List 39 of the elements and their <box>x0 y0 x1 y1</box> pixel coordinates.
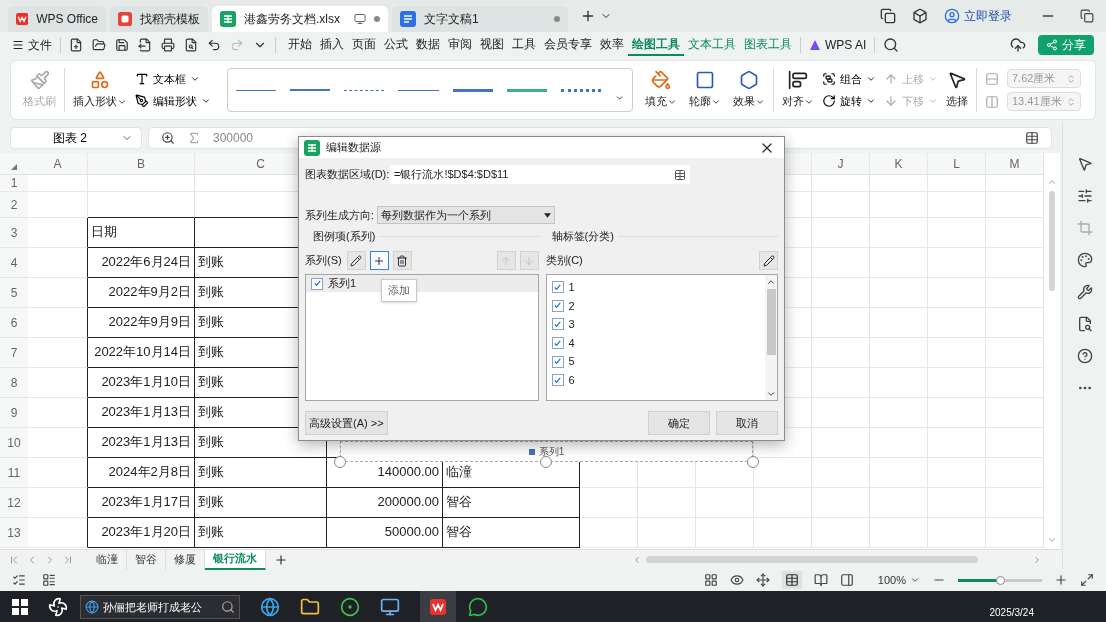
table-cell: 2022年10月14日 <box>88 338 195 368</box>
table-cell: 2023年1月13日 <box>88 428 195 458</box>
table-cell: 2024年2月8日 <box>88 458 195 488</box>
field-label: 系列生成方向: <box>305 207 376 223</box>
category-label: 4 <box>568 335 575 351</box>
formula-value: 300000 <box>213 129 254 147</box>
category-label: 1 <box>568 280 575 296</box>
legend-label: 系列1 <box>538 445 565 459</box>
table-cell: 50000.00 <box>327 518 443 548</box>
category-label: 5 <box>568 354 575 370</box>
table-cell: 2023年1月13日 <box>88 398 195 428</box>
series-label: 系列1 <box>328 276 357 292</box>
table-cell: 到账 <box>195 518 327 548</box>
name-box-value: 图表 2 <box>52 129 88 147</box>
table-cell: 日期 <box>88 218 195 248</box>
clock-date: 2025/3/24 <box>989 606 1034 620</box>
table-cell: 2023年1月10日 <box>88 368 195 398</box>
field-value: =银行流水!$D$4:$D$11 <box>394 167 509 183</box>
dialog-title: 编辑数据源 <box>326 140 381 156</box>
table-cell: 2022年6月24日 <box>88 248 195 278</box>
category-label: 6 <box>568 373 575 388</box>
group-title: 轴标签(分类) <box>551 228 614 244</box>
search-text: 孙俪把老师打成老公 <box>103 599 202 615</box>
table-cell: 2022年9月9日 <box>88 308 195 338</box>
category-label: 2 <box>568 298 575 314</box>
table-cell: 200000.00 <box>327 488 443 518</box>
table-cell: 到账 <box>195 488 327 518</box>
select-value: 每列数据作为一个系列 <box>381 207 491 223</box>
field-label: 类别(C) <box>545 253 583 269</box>
table-cell: 2023年1月17日 <box>88 488 195 518</box>
tooltip: 添加 <box>381 279 417 302</box>
group-title: 图例项(系列) <box>313 228 376 244</box>
category-label: 3 <box>568 317 575 333</box>
table-cell: 智谷 <box>443 518 580 548</box>
table-cell: 2023年1月20日 <box>88 518 195 548</box>
table-cell: 智谷 <box>443 488 580 518</box>
table-cell: 2022年9月2日 <box>88 278 195 308</box>
table-cell: 到账 <box>195 458 327 488</box>
field-label: 图表数据区域(D): <box>305 167 390 183</box>
